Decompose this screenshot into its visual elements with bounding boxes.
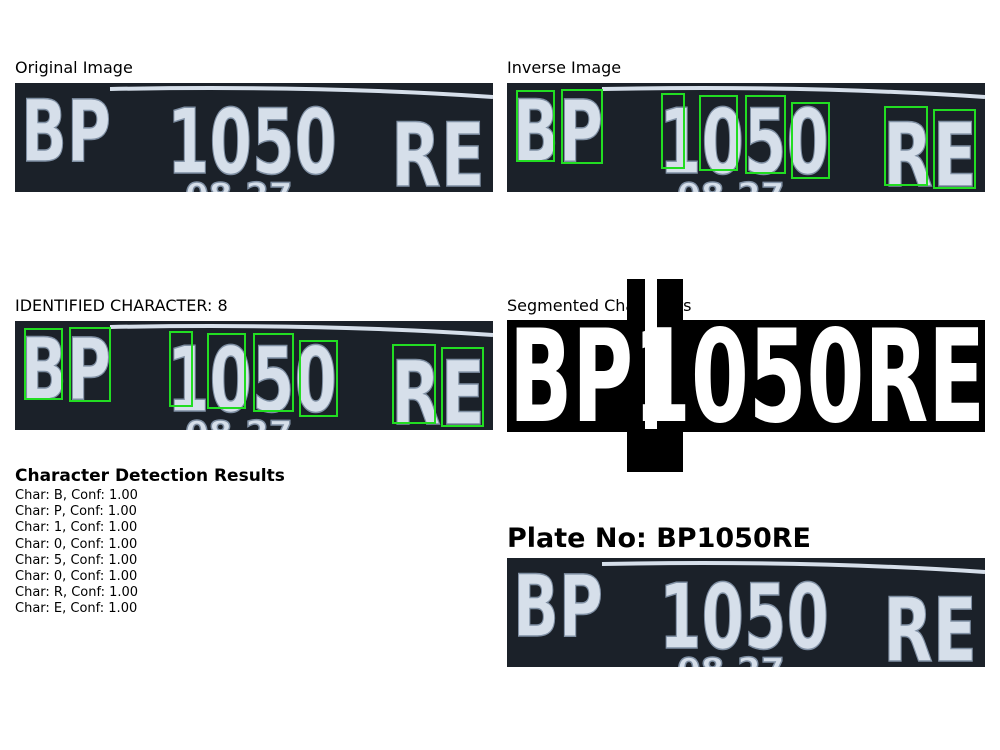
result-item: Char: 0, Conf: 1.00 (15, 536, 138, 552)
result-item: Char: E, Conf: 1.00 (15, 601, 138, 617)
segmented-text: BP1050RE (509, 303, 985, 452)
identified-plate-image (15, 321, 493, 430)
result-item: Char: P, Conf: 1.00 (15, 504, 137, 520)
detection-results-list: Char: B, Conf: 1.00 Char: P, Conf: 1.00 … (15, 488, 138, 618)
result-item: Char: 1, Conf: 1.00 (15, 520, 138, 536)
segmented-characters-image: BP1050RE (507, 279, 985, 472)
result-item: Char: 5, Conf: 1.00 (15, 552, 138, 568)
final-plate-image (507, 558, 985, 667)
result-item: Char: R, Conf: 1.00 (15, 585, 139, 601)
inverse-image-title: Inverse Image (507, 58, 622, 77)
original-plate-image (15, 83, 493, 192)
result-item: Char: 0, Conf: 1.00 (15, 569, 138, 585)
original-image-title: Original Image (15, 58, 133, 77)
segmented-char-1-stroke-cover (627, 429, 683, 472)
result-item: Char: B, Conf: 1.00 (15, 488, 138, 503)
identified-character-title: IDENTIFIED CHARACTER: 8 (15, 296, 228, 315)
detection-results-title: Character Detection Results (15, 466, 285, 486)
inverse-plate-image (507, 83, 985, 192)
plate-number-label: Plate No: BP1050RE (507, 523, 811, 554)
